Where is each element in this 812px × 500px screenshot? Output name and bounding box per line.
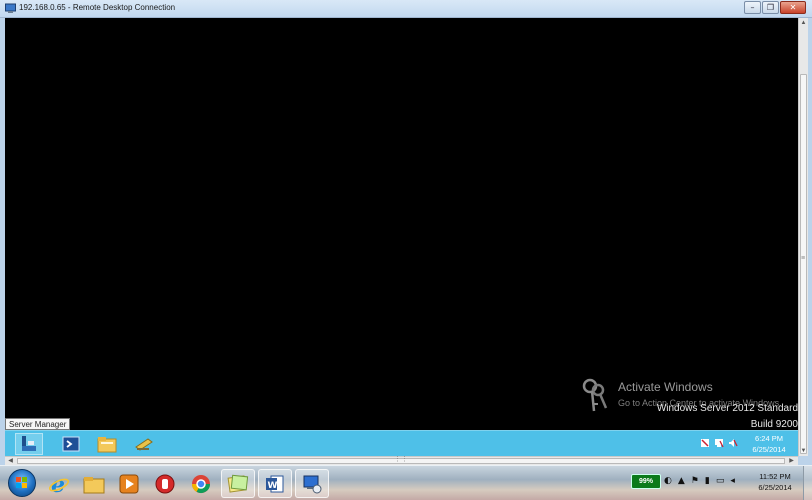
local-clock[interactable]: 11:52 PM 6/25/2014 [750,471,800,493]
folder-icon [83,476,105,493]
horizontal-grip-icon: ⋮⋮ [394,456,408,463]
speaker-icon[interactable] [728,438,738,448]
power-icon[interactable]: ▮ [705,476,710,486]
folder-icon [97,437,117,453]
ie-icon: e [48,473,70,495]
svg-text:W: W [268,481,278,491]
taskbar-powershell-button[interactable] [57,433,85,455]
rdp-app-icon[interactable] [5,3,16,14]
start-button[interactable] [8,469,36,497]
server-manager-icon [22,436,36,451]
media-player-icon [119,474,139,493]
tray-app-icon[interactable]: ◐ [664,476,672,486]
network-icon[interactable] [714,438,724,448]
server-clock[interactable]: 6:24 PM 6/25/2014 [742,433,796,455]
remote-desktop-screen[interactable]: Activate Windows Go to Action Center to … [5,18,798,456]
taskbar-ie-button[interactable]: e [42,469,76,498]
minimize-button[interactable]: – [744,1,761,14]
taskbar-media-player-button[interactable] [112,469,146,498]
vertical-scroll-thumb[interactable] [800,74,807,454]
taskbar-chrome-button[interactable] [184,469,218,498]
vertical-scrollbar[interactable]: ▲ ≡ ▼ [798,18,808,456]
taskbar-remote-desktop-button[interactable] [295,469,329,498]
local-clock-time: 11:52 PM [759,472,791,481]
key-icon [582,378,608,412]
sticky-notes-icon [227,474,249,493]
remote-desktop-icon [303,475,322,493]
taskbar-tool-button[interactable] [130,433,158,455]
vertical-grip-icon: ≡ [801,255,806,262]
screen: 192.168.0.65 - Remote Desktop Connection… [0,0,812,500]
os-version-text: Windows Server 2012 Standard [656,403,798,414]
taskbar-sticky-notes-button[interactable] [221,469,255,498]
chrome-icon [192,474,210,493]
local-clock-date: 6/25/2014 [758,483,792,492]
restore-button[interactable]: ❐ [762,1,779,14]
powershell-icon [62,436,80,452]
show-hidden-icons-icon[interactable]: ▲ [678,476,685,486]
activate-windows-title: Activate Windows [618,380,713,394]
flag-icon[interactable] [700,438,710,448]
close-button[interactable]: ✕ [780,1,806,14]
taskbar-app-button[interactable] [148,469,182,498]
show-desktop-button[interactable] [803,466,812,500]
taskbar-file-explorer-button[interactable] [93,433,121,455]
windows-logo-icon [16,477,27,488]
os-build-text: Build 9200 [750,419,798,430]
horizontal-scrollbar[interactable]: ◀ ⋮⋮ ▶ [5,456,798,465]
taskbar-word-button[interactable]: W [258,469,292,498]
action-center-flag-icon[interactable]: ⚑ [691,476,699,486]
server-clock-date: 6/25/2014 [752,445,786,454]
server-taskbar: 6:24 PM 6/25/2014 [5,430,798,456]
local-system-tray: ◐ ▲ ⚑ ▮ ▭ ◂ [664,476,735,486]
server-clock-time: 6:24 PM [755,434,783,443]
server-system-tray [700,438,738,448]
taskbar-explorer-button[interactable] [77,469,111,498]
window-controls: – ❐ ✕ [743,1,806,15]
window-title: 192.168.0.65 - Remote Desktop Connection [19,3,176,12]
server-manager-tooltip: Server Manager [5,418,71,430]
taskbar-server-manager-button[interactable] [15,433,43,455]
scroll-up-button[interactable]: ▲ [799,18,808,28]
volume-icon[interactable]: ◂ [730,476,735,486]
local-taskbar: e W 99% ◐ ▲ ⚑ ▮ ▭ ◂ 11:52 PM 6/25/2014 [0,465,812,500]
rdp-title-bar[interactable]: 192.168.0.65 - Remote Desktop Connection… [0,0,812,18]
word-icon: W [266,475,284,492]
scroll-down-button[interactable]: ▼ [799,446,808,456]
tool-icon [135,438,153,451]
app-icon [155,474,175,493]
network-icon[interactable]: ▭ [716,476,725,486]
battery-indicator[interactable]: 99% [631,474,661,489]
